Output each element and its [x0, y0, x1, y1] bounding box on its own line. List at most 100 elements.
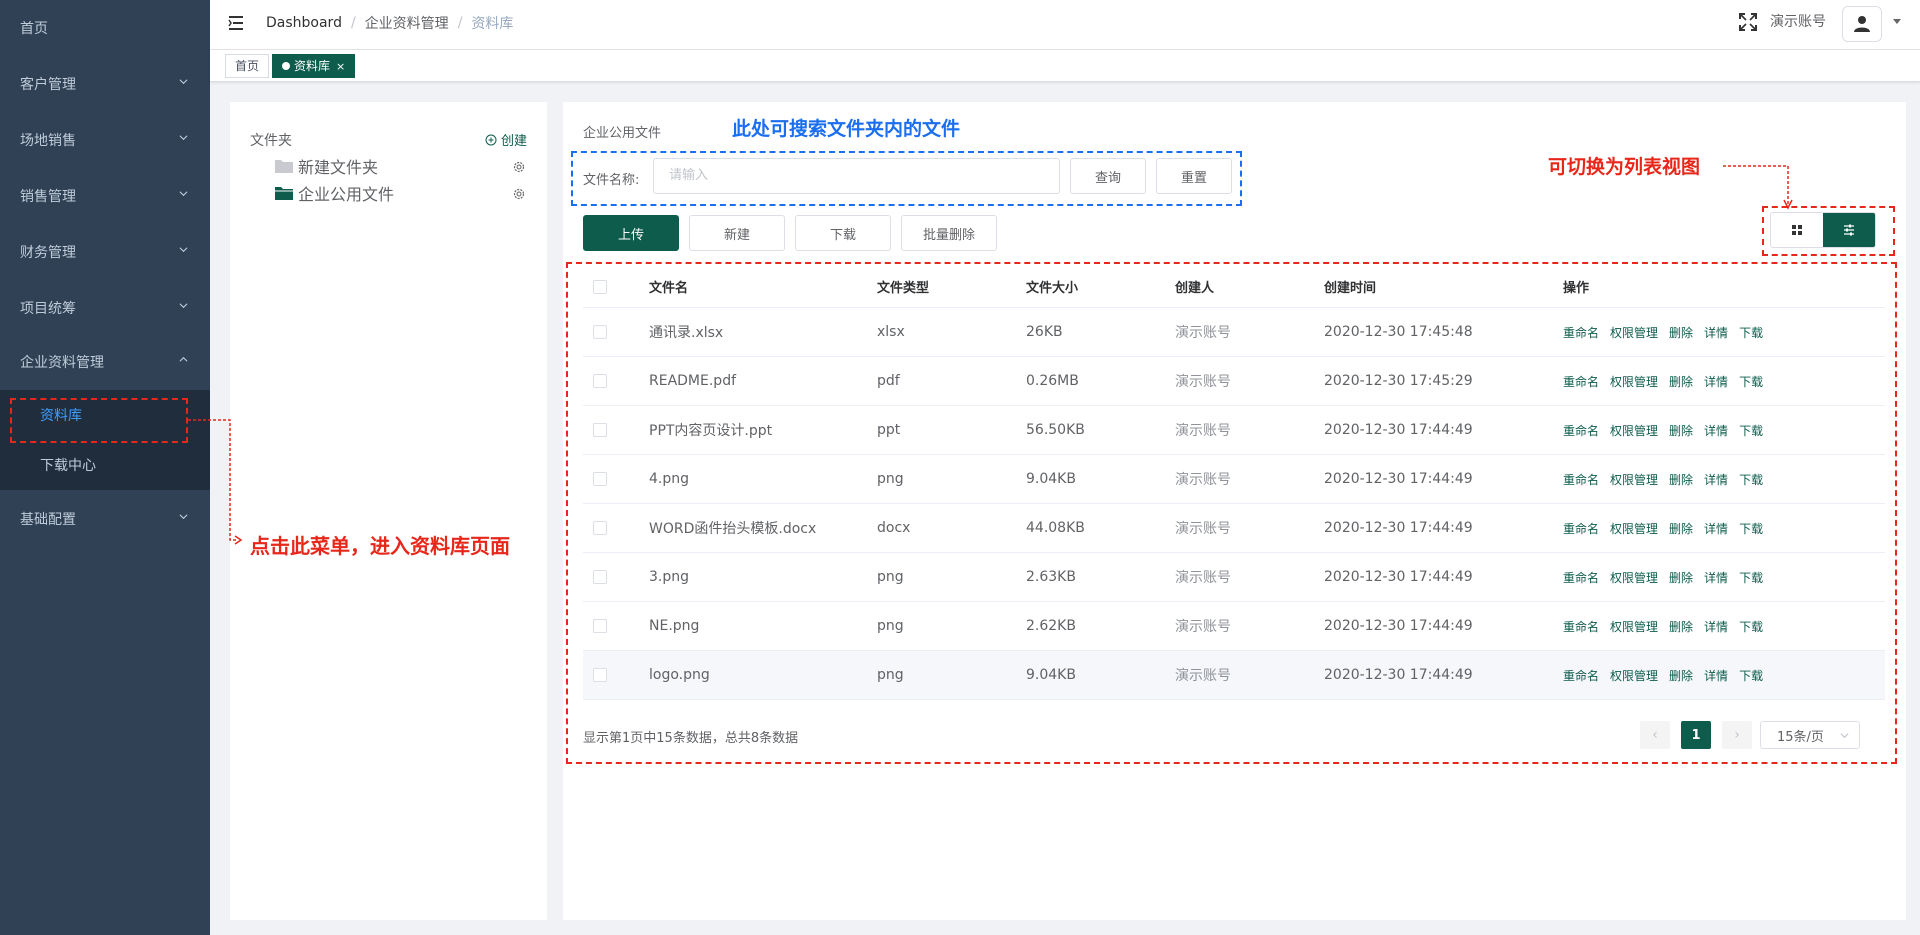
tag-library[interactable]: 资料库 × — [272, 54, 356, 78]
table-row[interactable]: NE.png png 2.62KB 演示账号 2020-12-30 17:44:49 重命… — [583, 602, 1885, 651]
page-size-select[interactable]: 15条/页 — [1760, 721, 1860, 749]
rename-link[interactable]: 重命名 — [1563, 520, 1599, 537]
menu-item-customer[interactable]: 客户管理 — [0, 56, 210, 112]
submenu-item-download-center[interactable]: 下载中心 — [0, 440, 210, 490]
hamburger-icon[interactable] — [228, 13, 248, 33]
rename-link[interactable]: 重命名 — [1563, 373, 1599, 390]
folder-item[interactable]: 新建文件夹 — [274, 155, 378, 177]
delete-link[interactable]: 删除 — [1669, 667, 1693, 684]
detail-link[interactable]: 详情 — [1704, 471, 1728, 488]
gear-icon[interactable] — [512, 187, 526, 201]
rename-link[interactable]: 重命名 — [1563, 324, 1599, 341]
permission-link[interactable]: 权限管理 — [1610, 422, 1658, 439]
fullscreen-icon[interactable] — [1738, 12, 1758, 32]
page-1-button[interactable]: 1 — [1681, 721, 1711, 749]
download-link[interactable]: 下载 — [1739, 667, 1763, 684]
batch-delete-button[interactable]: 批量删除 — [901, 215, 997, 251]
cell-size: 2.63KB — [1026, 569, 1076, 585]
rename-link[interactable]: 重命名 — [1563, 422, 1599, 439]
download-button[interactable]: 下载 — [795, 215, 891, 251]
download-link[interactable]: 下载 — [1739, 520, 1763, 537]
menu-item-finance[interactable]: 财务管理 — [0, 224, 210, 280]
column-header: 文件名 — [649, 281, 689, 296]
tag-home[interactable]: 首页 — [225, 54, 270, 78]
detail-link[interactable]: 详情 — [1704, 667, 1728, 684]
delete-link[interactable]: 删除 — [1669, 618, 1693, 635]
detail-link[interactable]: 详情 — [1704, 569, 1728, 586]
breadcrumb-item-enterprise-docs[interactable]: 企业资料管理 — [365, 13, 449, 33]
table-row[interactable]: logo.png png 9.04KB 演示账号 2020-12-30 17:44:49… — [583, 651, 1885, 700]
query-button[interactable]: 查询 — [1070, 158, 1146, 194]
menu-item-venue-sales[interactable]: 场地销售 — [0, 112, 210, 168]
checkbox[interactable] — [593, 472, 607, 486]
table-row[interactable]: 3.png png 2.63KB 演示账号 2020-12-30 17:44:49 重命名… — [583, 553, 1885, 602]
prev-page-button[interactable]: ‹ — [1640, 721, 1670, 749]
delete-link[interactable]: 删除 — [1669, 471, 1693, 488]
download-link[interactable]: 下载 — [1739, 324, 1763, 341]
permission-link[interactable]: 权限管理 — [1610, 569, 1658, 586]
rename-link[interactable]: 重命名 — [1563, 471, 1599, 488]
delete-link[interactable]: 删除 — [1669, 373, 1693, 390]
checkbox[interactable] — [593, 279, 607, 294]
delete-link[interactable]: 删除 — [1669, 324, 1693, 341]
permission-link[interactable]: 权限管理 — [1610, 667, 1658, 684]
menu-item-sales[interactable]: 销售管理 — [0, 168, 210, 224]
table-row[interactable]: 通讯录.xlsx xlsx 26KB 演示账号 2020-12-30 17:45:48 重… — [583, 308, 1885, 357]
caret-down-icon[interactable] — [1893, 19, 1901, 24]
permission-link[interactable]: 权限管理 — [1610, 471, 1658, 488]
account-name[interactable]: 演示账号 — [1770, 11, 1826, 31]
checkbox[interactable] — [593, 423, 607, 437]
menu-item-projects[interactable]: 项目统筹 — [0, 280, 210, 336]
rename-link[interactable]: 重命名 — [1563, 618, 1599, 635]
permission-link[interactable]: 权限管理 — [1610, 520, 1658, 537]
pagination-info: 显示第1页中15条数据，总共8条数据 — [583, 731, 799, 746]
checkbox[interactable] — [593, 668, 607, 682]
detail-link[interactable]: 详情 — [1704, 324, 1728, 341]
gear-icon[interactable] — [512, 160, 526, 174]
table-row[interactable]: PPT内容页设计.ppt ppt 56.50KB 演示账号 2020-12-30 17:… — [583, 406, 1885, 455]
download-link[interactable]: 下载 — [1739, 471, 1763, 488]
avatar[interactable] — [1842, 6, 1882, 42]
permission-link[interactable]: 权限管理 — [1610, 373, 1658, 390]
permission-link[interactable]: 权限管理 — [1610, 324, 1658, 341]
checkbox[interactable] — [593, 521, 607, 535]
checkbox[interactable] — [593, 374, 607, 388]
reset-button[interactable]: 重置 — [1156, 158, 1232, 194]
menu-item-home[interactable]: 首页 — [0, 0, 210, 56]
detail-link[interactable]: 详情 — [1704, 422, 1728, 439]
breadcrumb-item-dashboard[interactable]: Dashboard — [266, 15, 342, 31]
list-view-button[interactable] — [1823, 213, 1875, 247]
delete-link[interactable]: 删除 — [1669, 569, 1693, 586]
menu-item-base-config[interactable]: 基础配置 — [0, 491, 210, 547]
search-input[interactable]: 请输入 — [653, 158, 1060, 194]
permission-link[interactable]: 权限管理 — [1610, 618, 1658, 635]
upload-button[interactable]: 上传 — [583, 215, 679, 251]
folder-item-active[interactable]: 企业公用文件 — [274, 182, 394, 204]
rename-link[interactable]: 重命名 — [1563, 667, 1599, 684]
close-icon[interactable]: × — [336, 60, 345, 73]
rename-link[interactable]: 重命名 — [1563, 569, 1599, 586]
detail-link[interactable]: 详情 — [1704, 520, 1728, 537]
delete-link[interactable]: 删除 — [1669, 422, 1693, 439]
detail-link[interactable]: 详情 — [1704, 373, 1728, 390]
download-link[interactable]: 下载 — [1739, 373, 1763, 390]
folder-open-icon — [275, 187, 293, 200]
next-page-button[interactable]: › — [1722, 721, 1752, 749]
grid-view-button[interactable] — [1771, 213, 1823, 247]
sidebar: 首页 客户管理 场地销售 销售管理 财务管理 项目统筹 企业资料管理 资料库 下… — [0, 0, 210, 935]
table-row[interactable]: 4.png png 9.04KB 演示账号 2020-12-30 17:44:49 重命名… — [583, 455, 1885, 504]
delete-link[interactable]: 删除 — [1669, 520, 1693, 537]
checkbox[interactable] — [593, 570, 607, 584]
checkbox[interactable] — [593, 619, 607, 633]
table-row[interactable]: WORD函件抬头模板.docx docx 44.08KB 演示账号 2020-12-30… — [583, 504, 1885, 553]
create-folder-button[interactable]: 创建 — [485, 130, 527, 149]
checkbox[interactable] — [593, 325, 607, 339]
table-row[interactable]: README.pdf pdf 0.26MB 演示账号 2020-12-30 17:45:… — [583, 357, 1885, 406]
menu-item-enterprise-docs[interactable]: 企业资料管理 — [0, 334, 210, 390]
new-file-button[interactable]: 新建 — [689, 215, 785, 251]
download-link[interactable]: 下载 — [1739, 618, 1763, 635]
detail-link[interactable]: 详情 — [1704, 618, 1728, 635]
download-link[interactable]: 下载 — [1739, 422, 1763, 439]
download-link[interactable]: 下载 — [1739, 569, 1763, 586]
select-all-checkbox[interactable] — [593, 266, 607, 307]
